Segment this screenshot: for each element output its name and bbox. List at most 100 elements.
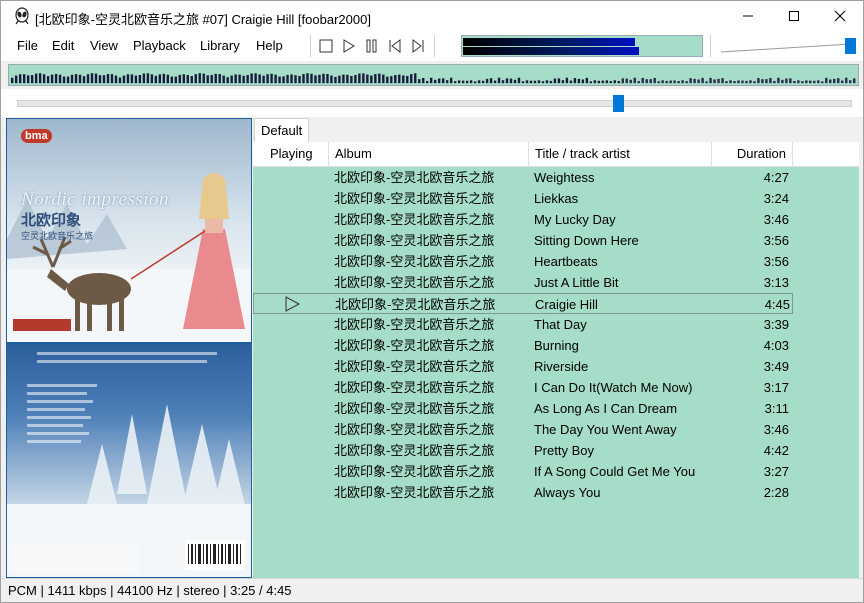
playlist-row[interactable]: 北欧印象-空灵北欧音乐之旅 Always You 2:28 — [253, 482, 793, 503]
row-album: 北欧印象-空灵北欧音乐之旅 — [334, 464, 495, 479]
next-icon[interactable] — [410, 38, 426, 54]
row-duration: 3:24 — [763, 191, 789, 206]
row-duration: 3:27 — [763, 464, 789, 479]
menu-library[interactable]: Library — [200, 38, 240, 53]
pause-icon[interactable] — [364, 38, 380, 54]
menu-file[interactable]: File — [17, 38, 38, 53]
playlist-view[interactable]: Playing Album Title / track artist Durat… — [253, 142, 859, 578]
album-art-panel: bma Nordic impression 北欧印象 空灵北欧音乐之旅 — [6, 118, 252, 578]
close-button[interactable] — [817, 1, 863, 31]
toolbar-separator — [434, 35, 435, 57]
row-album: 北欧印象-空灵北欧音乐之旅 — [334, 485, 495, 500]
row-duration: 3:11 — [764, 401, 789, 416]
column-header-title[interactable]: Title / track artist — [529, 142, 712, 166]
playlist-row[interactable]: 北欧印象-空灵北欧音乐之旅 Liekkas 3:24 — [253, 188, 793, 209]
row-album: 北欧印象-空灵北欧音乐之旅 — [334, 359, 495, 374]
playlist-row[interactable]: 北欧印象-空灵北欧音乐之旅 The Day You Went Away 3:46 — [253, 419, 793, 440]
vu-left-channel — [463, 38, 635, 46]
row-title: I Can Do It(Watch Me Now) — [534, 380, 693, 395]
toolbar-separator — [710, 35, 711, 57]
playlist-row[interactable]: 北欧印象-空灵北欧音乐之旅 My Lucky Day 3:46 — [253, 209, 793, 230]
column-header-album[interactable]: Album — [329, 142, 529, 166]
seek-track[interactable] — [17, 100, 852, 107]
row-title: My Lucky Day — [534, 212, 616, 227]
cover-sticker — [13, 319, 71, 331]
row-album: 北欧印象-空灵北欧音乐之旅 — [334, 254, 495, 269]
column-header-playing[interactable]: Playing — [253, 142, 329, 166]
cover-title-chinese: 北欧印象 — [21, 211, 82, 229]
menu-playback[interactable]: Playback — [133, 38, 186, 53]
play-icon[interactable] — [341, 38, 357, 54]
playlist-row[interactable]: 北欧印象-空灵北欧音乐之旅 Heartbeats 3:56 — [253, 251, 793, 272]
waveform-seekbar[interactable] — [8, 64, 859, 86]
playlist-row[interactable]: 北欧印象-空灵北欧音乐之旅 Pretty Boy 4:42 — [253, 440, 793, 461]
maximize-icon — [789, 11, 799, 21]
close-icon — [834, 10, 846, 22]
row-title: The Day You Went Away — [534, 422, 677, 437]
row-album: 北欧印象-空灵北欧音乐之旅 — [334, 212, 495, 227]
row-duration: 3:49 — [763, 359, 789, 374]
minimize-button[interactable] — [725, 1, 771, 31]
playlist-row[interactable]: 北欧印象-空灵北欧音乐之旅 Sitting Down Here 3:56 — [253, 230, 793, 251]
row-title: Craigie Hill — [535, 297, 598, 312]
bma-logo: bma — [21, 129, 52, 143]
playlist-tabs: Default — [253, 117, 859, 143]
row-title: That Day — [534, 317, 587, 332]
status-bar: PCM | 1411 kbps | 44100 Hz | stereo | 3:… — [1, 578, 863, 602]
playlist-row[interactable]: 北欧印象-空灵北欧音乐之旅 Riverside 3:49 — [253, 356, 793, 377]
menu-view[interactable]: View — [90, 38, 118, 53]
volume-thumb[interactable] — [845, 38, 856, 54]
album-front-cover: bma Nordic impression 北欧印象 空灵北欧音乐之旅 — [7, 119, 251, 342]
playlist-row[interactable]: 北欧印象-空灵北欧音乐之旅 Craigie Hill 4:45 — [253, 293, 793, 314]
playlist-row[interactable]: 北欧印象-空灵北欧音乐之旅 That Day 3:39 — [253, 314, 793, 335]
row-duration: 4:45 — [764, 297, 790, 312]
playlist-row[interactable]: 北欧印象-空灵北欧音乐之旅 As Long As I Can Dream 3:11 — [253, 398, 793, 419]
vu-meter — [461, 35, 703, 57]
menu-help[interactable]: Help — [256, 38, 283, 53]
row-duration: 3:56 — [763, 233, 789, 248]
tab-default[interactable]: Default — [254, 118, 310, 142]
row-album: 北欧印象-空灵北欧音乐之旅 — [334, 380, 495, 395]
playlist-row[interactable]: 北欧印象-空灵北欧音乐之旅 Burning 4:03 — [253, 335, 793, 356]
row-title: As Long As I Can Dream — [534, 401, 678, 416]
row-title: Sitting Down Here — [534, 233, 639, 248]
row-duration: 4:03 — [763, 338, 789, 353]
row-title: Heartbeats — [534, 254, 598, 269]
row-album: 北欧印象-空灵北欧音乐之旅 — [334, 443, 495, 458]
row-duration: 4:42 — [763, 443, 789, 458]
column-header-duration[interactable]: Duration — [712, 142, 793, 166]
cover-title-english: Nordic impression — [21, 189, 170, 210]
row-album: 北欧印象-空灵北欧音乐之旅 — [335, 297, 496, 312]
row-duration: 3:56 — [763, 254, 789, 269]
row-duration: 3:13 — [763, 275, 789, 290]
foobar2000-window: [北欧印象-空灵北欧音乐之旅 #07] Craigie Hill [foobar… — [0, 0, 864, 603]
row-title: Weightess — [534, 170, 595, 185]
menu-edit[interactable]: Edit — [52, 38, 74, 53]
row-title: Pretty Boy — [534, 443, 594, 458]
row-album: 北欧印象-空灵北欧音乐之旅 — [334, 170, 495, 185]
playlist-row[interactable]: 北欧印象-空灵北欧音乐之旅 I Can Do It(Watch Me Now) 3:… — [253, 377, 793, 398]
window-title: [北欧印象-空灵北欧音乐之旅 #07] Craigie Hill [foobar… — [35, 12, 371, 27]
album-back-cover — [7, 344, 251, 577]
row-title: Always You — [534, 485, 601, 500]
playlist-row[interactable]: 北欧印象-空灵北欧音乐之旅 If A Song Could Get Me You 3… — [253, 461, 793, 482]
playlist-row[interactable]: 北欧印象-空灵北欧音乐之旅 Just A Little Bit 3:13 — [253, 272, 793, 293]
back-cover-artwork — [7, 352, 251, 577]
cover-subtitle-chinese: 空灵北欧音乐之旅 — [21, 232, 94, 242]
row-album: 北欧印象-空灵北欧音乐之旅 — [334, 401, 495, 416]
title-bar: [北欧印象-空灵北欧音乐之旅 #07] Craigie Hill [foobar… — [1, 1, 863, 31]
volume-slider[interactable] — [719, 35, 859, 57]
seek-bar[interactable] — [1, 89, 863, 117]
previous-icon[interactable] — [387, 38, 403, 54]
row-album: 北欧印象-空灵北欧音乐之旅 — [334, 317, 495, 332]
seek-thumb[interactable] — [613, 95, 624, 112]
row-title: Burning — [534, 338, 579, 353]
row-duration: 3:39 — [763, 317, 789, 332]
row-title: Just A Little Bit — [534, 275, 619, 290]
maximize-button[interactable] — [771, 1, 817, 31]
row-title: Liekkas — [534, 191, 579, 206]
playlist-row[interactable]: 北欧印象-空灵北欧音乐之旅 Weightess 4:27 — [253, 167, 793, 188]
row-album: 北欧印象-空灵北欧音乐之旅 — [334, 338, 495, 353]
row-duration: 2:28 — [763, 485, 789, 500]
stop-icon[interactable] — [318, 38, 334, 54]
